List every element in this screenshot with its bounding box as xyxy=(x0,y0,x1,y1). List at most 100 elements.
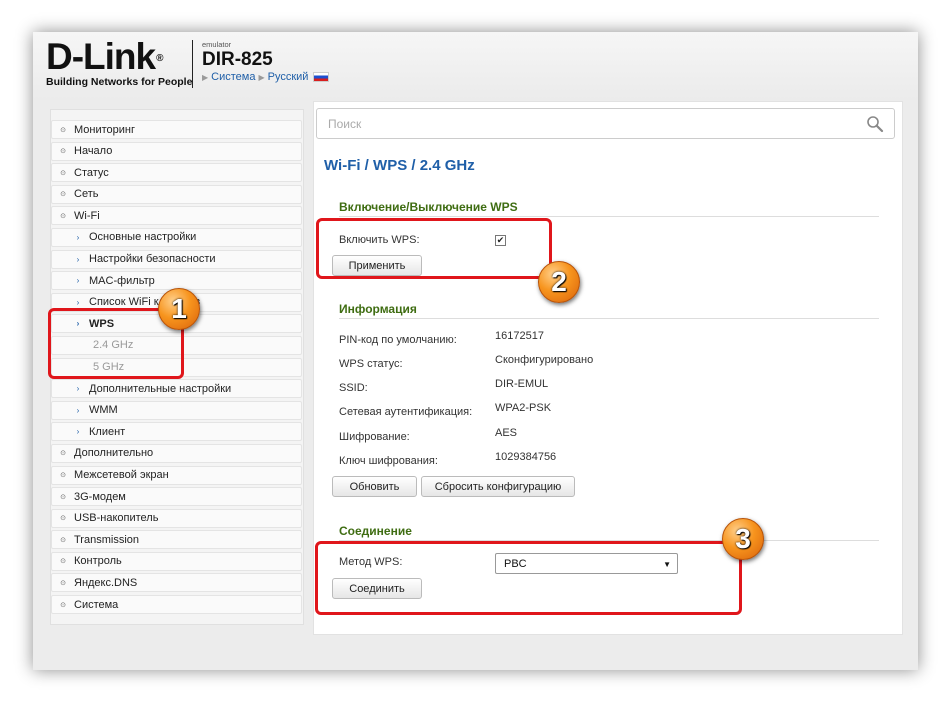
breadcrumb-wps[interactable]: WPS / xyxy=(373,157,416,174)
section-divider xyxy=(339,216,879,217)
brand-wordmark: D-Link® xyxy=(46,38,192,76)
info-value-key: 1029384756 xyxy=(495,451,557,463)
info-section-title: Информация xyxy=(339,302,417,316)
step-badge-2: 2 xyxy=(538,261,580,303)
router-admin-window: D-Link® Building Networks for People emu… xyxy=(33,32,918,670)
sidebar-item-label: Сеть xyxy=(74,188,99,201)
search-input[interactable]: Поиск xyxy=(316,108,895,139)
info-value-ssid: DIR-EMUL xyxy=(495,378,549,390)
chevron-down-icon: ⊙ xyxy=(60,212,66,220)
brand-text: D-Link xyxy=(46,36,156,77)
sidebar-item-label: Статус xyxy=(74,166,109,179)
chevron-right-icon: ⊙ xyxy=(60,579,66,587)
chevron-right-icon: ⊙ xyxy=(60,558,66,566)
info-label-encryption: Шифрование: xyxy=(339,431,410,443)
brand-tagline: Building Networks for People xyxy=(46,76,193,88)
info-label-key: Ключ шифрования: xyxy=(339,455,438,467)
chevron-right-icon: ⊙ xyxy=(60,515,66,523)
step-badge-1: 1 xyxy=(158,288,200,330)
sidebar-item-network[interactable]: ⊙ Сеть xyxy=(51,184,302,204)
sidebar-item-control[interactable]: ⊙ Контроль xyxy=(51,551,302,571)
chevron-right-icon: › xyxy=(76,254,80,264)
sidebar-item-wifi-advanced[interactable]: › Дополнительные настройки xyxy=(51,379,302,399)
reset-config-button[interactable]: Сбросить конфигурацию xyxy=(421,476,575,497)
sidebar-item-advanced[interactable]: ⊙ Дополнительно xyxy=(51,443,302,463)
chevron-right-icon: › xyxy=(76,427,80,437)
sidebar-item-3g-modem[interactable]: ⊙ 3G-модем xyxy=(51,487,302,507)
sidebar-item-label: Начало xyxy=(74,145,113,158)
sidebar-item-yandex-dns[interactable]: ⊙ Яндекс.DNS xyxy=(51,573,302,593)
sidebar-item-label: Межсетевой экран xyxy=(74,469,169,481)
dlink-logo[interactable]: D-Link® Building Networks for People xyxy=(46,38,193,89)
sidebar-item-label: Wi-Fi xyxy=(74,209,100,222)
chevron-right-icon: ▶ xyxy=(202,72,209,82)
chevron-right-icon: › xyxy=(76,276,80,286)
info-label-auth: Сетевая аутентификация: xyxy=(339,406,473,418)
sidebar-item-label: Основные настройки xyxy=(89,231,197,244)
sidebar-item-system[interactable]: ⊙ Система xyxy=(51,595,302,615)
sidebar-item-usb-storage[interactable]: ⊙ USB-накопитель xyxy=(51,508,302,528)
chevron-right-icon: ⊙ xyxy=(60,536,66,544)
sidebar-item-label: MAC-фильтр xyxy=(89,274,155,287)
step-badge-3: 3 xyxy=(722,518,764,560)
sidebar-item-label: Дополнительно xyxy=(74,447,154,460)
chevron-right-icon: ⊙ xyxy=(60,191,66,199)
chevron-right-icon: › xyxy=(76,297,80,307)
sidebar-item-security-settings[interactable]: › Настройки безопасности xyxy=(51,249,302,269)
sidebar-item-status[interactable]: ⊙ Статус xyxy=(51,163,302,183)
info-label-ssid: SSID: xyxy=(339,382,368,394)
russia-flag-icon xyxy=(313,72,330,82)
info-label-pin: PIN-код по умолчанию: xyxy=(339,334,457,346)
sidebar-item-firewall[interactable]: ⊙ Межсетевой экран xyxy=(51,465,302,485)
language-menu-link[interactable]: Русский xyxy=(268,71,309,83)
highlight-box-enable-wps xyxy=(316,218,552,279)
breadcrumb-24ghz: 2.4 GHz xyxy=(419,157,475,174)
highlight-box-connection xyxy=(315,541,742,615)
sidebar-item-label: Система xyxy=(74,598,119,611)
chevron-right-icon: ▶ xyxy=(258,72,265,82)
chevron-right-icon: ⊙ xyxy=(60,601,66,609)
chevron-right-icon: ⊙ xyxy=(60,450,66,458)
chevron-right-icon: › xyxy=(76,405,80,415)
chevron-right-icon: ⊙ xyxy=(60,148,66,156)
sidebar-item-label: Дополнительные настройки xyxy=(89,382,232,395)
sidebar-item-label: Яндекс.DNS xyxy=(74,576,138,589)
sidebar-item-monitoring[interactable]: ⊙ Мониторинг xyxy=(51,120,302,139)
info-label-wps-status: WPS статус: xyxy=(339,358,403,370)
sidebar-item-label: Клиент xyxy=(89,425,126,438)
info-value-pin: 16172517 xyxy=(495,330,544,342)
page-title: Wi-Fi / WPS / 2.4 GHz xyxy=(324,157,475,174)
header-breadcrumb: ▶ Система ▶ Русский xyxy=(202,71,330,83)
registered-mark: ® xyxy=(156,53,163,64)
sidebar-item-client[interactable]: › Клиент xyxy=(51,422,302,442)
model-block: emulator DIR-825 ▶ Система ▶ Русский xyxy=(202,40,330,83)
section-divider xyxy=(339,318,879,319)
header-divider xyxy=(192,40,193,88)
info-value-auth: WPA2-PSK xyxy=(495,402,552,414)
search-icon[interactable] xyxy=(866,115,884,133)
sidebar-item-label: Настройки безопасности xyxy=(89,253,216,266)
chevron-right-icon: ⊙ xyxy=(60,126,66,134)
chevron-right-icon: ⊙ xyxy=(60,169,66,177)
wps-toggle-section-title: Включение/Выключение WPS xyxy=(339,200,518,214)
breadcrumb-wifi[interactable]: Wi-Fi / xyxy=(324,157,369,174)
connection-section-title: Соединение xyxy=(339,524,412,538)
sidebar-item-start[interactable]: ⊙ Начало xyxy=(51,141,302,161)
emulator-label: emulator xyxy=(202,40,232,49)
sidebar-item-wifi[interactable]: ⊙ Wi-Fi xyxy=(51,206,302,226)
sidebar-item-transmission[interactable]: ⊙ Transmission xyxy=(51,530,302,550)
chevron-right-icon: ⊙ xyxy=(60,493,66,501)
sidebar-item-wmm[interactable]: › WMM xyxy=(51,400,302,420)
search-placeholder: Поиск xyxy=(328,116,362,131)
model-name: DIR-825 xyxy=(202,49,273,70)
info-value-wps-status: Сконфигурировано xyxy=(495,354,594,366)
sidebar-item-basic-settings[interactable]: › Основные настройки xyxy=(51,227,302,247)
refresh-button[interactable]: Обновить xyxy=(332,476,417,497)
sidebar-item-label: Мониторинг xyxy=(74,123,136,136)
info-value-encryption: AES xyxy=(495,427,518,439)
system-menu-link[interactable]: Система xyxy=(211,71,255,83)
sidebar-item-label: Контроль xyxy=(74,555,122,568)
chevron-right-icon: ⊙ xyxy=(60,472,66,479)
header-bar: D-Link® Building Networks for People emu… xyxy=(33,32,918,100)
chevron-right-icon: › xyxy=(76,384,80,394)
